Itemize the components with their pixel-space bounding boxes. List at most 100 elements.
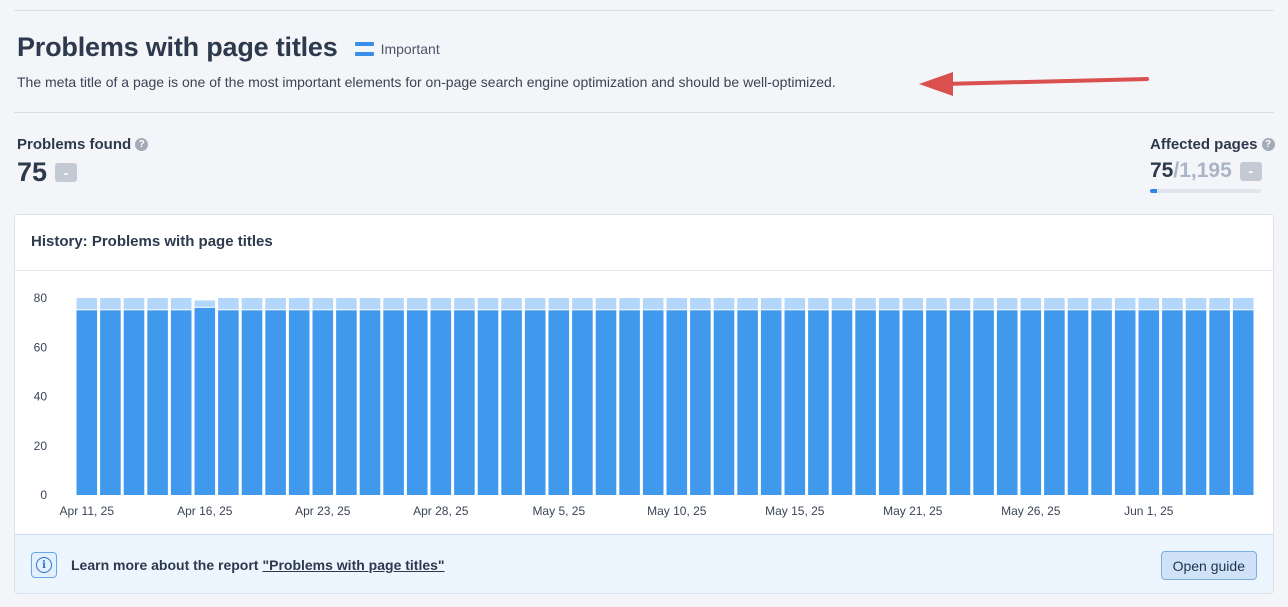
bar-segment-top[interactable] xyxy=(524,298,546,310)
bar-segment-top[interactable] xyxy=(501,298,522,310)
bar-segment-main[interactable] xyxy=(572,310,593,495)
bar-segment-main[interactable] xyxy=(218,310,239,495)
bar-segment-main[interactable] xyxy=(1020,310,1042,495)
bar-segment-main[interactable] xyxy=(123,310,145,495)
open-guide-button[interactable]: Open guide xyxy=(1160,551,1257,580)
bar-segment-top[interactable] xyxy=(76,298,98,310)
bar-segment-main[interactable] xyxy=(383,310,404,495)
bar-segment-top[interactable] xyxy=(595,298,617,310)
bar-segment-top[interactable] xyxy=(548,298,570,310)
bar-segment-main[interactable] xyxy=(1114,310,1136,495)
bar-segment-main[interactable] xyxy=(1185,310,1207,495)
bar-segment-top[interactable] xyxy=(996,298,1018,310)
bar-segment-top[interactable] xyxy=(831,298,853,310)
bar-segment-top[interactable] xyxy=(855,298,876,310)
bar-segment-top[interactable] xyxy=(666,298,688,310)
bar-segment-main[interactable] xyxy=(760,310,782,495)
bar-segment-main[interactable] xyxy=(100,310,121,495)
bar-segment-main[interactable] xyxy=(926,310,947,495)
bar-segment-top[interactable] xyxy=(1209,298,1230,310)
bar-segment-top[interactable] xyxy=(572,298,593,310)
bar-segment-top[interactable] xyxy=(737,298,758,310)
bar-segment-main[interactable] xyxy=(642,310,664,495)
help-icon[interactable]: ? xyxy=(1261,138,1275,151)
bar-segment-top[interactable] xyxy=(1091,298,1112,310)
bar-segment-top[interactable] xyxy=(619,298,640,310)
bar-segment-top[interactable] xyxy=(265,298,286,310)
bar-segment-top[interactable] xyxy=(1162,298,1183,310)
bar-segment-top[interactable] xyxy=(690,298,711,310)
bar-segment-top[interactable] xyxy=(642,298,664,310)
report-guide-link[interactable]: "Problems with page titles" xyxy=(262,557,444,573)
bar-segment-top[interactable] xyxy=(973,298,994,310)
bar-segment-top[interactable] xyxy=(454,298,475,310)
bar-segment-main[interactable] xyxy=(784,310,806,495)
bar-segment-top[interactable] xyxy=(878,298,900,310)
bar-segment-top[interactable] xyxy=(288,298,310,310)
bar-segment-top[interactable] xyxy=(1232,298,1254,310)
bar-segment-top[interactable] xyxy=(170,298,192,310)
bar-segment-top[interactable] xyxy=(784,298,806,310)
bar-segment-top[interactable] xyxy=(406,298,428,310)
bar-segment-top[interactable] xyxy=(218,298,239,310)
bar-segment-top[interactable] xyxy=(241,298,263,310)
bar-segment-main[interactable] xyxy=(265,310,286,495)
bar-segment-top[interactable] xyxy=(194,300,216,307)
bar-segment-top[interactable] xyxy=(926,298,947,310)
bar-segment-main[interactable] xyxy=(524,310,546,495)
bar-segment-main[interactable] xyxy=(831,310,853,495)
bar-segment-top[interactable] xyxy=(100,298,121,310)
bar-segment-top[interactable] xyxy=(1044,298,1065,310)
bar-segment-main[interactable] xyxy=(288,310,310,495)
bar-segment-main[interactable] xyxy=(973,310,994,495)
bar-segment-top[interactable] xyxy=(949,298,971,310)
bar-segment-top[interactable] xyxy=(430,298,452,310)
bar-segment-main[interactable] xyxy=(76,310,98,495)
bar-segment-main[interactable] xyxy=(477,310,499,495)
bar-segment-top[interactable] xyxy=(383,298,404,310)
bar-segment-main[interactable] xyxy=(690,310,711,495)
bar-segment-main[interactable] xyxy=(808,310,829,495)
bar-segment-top[interactable] xyxy=(902,298,924,310)
bar-segment-top[interactable] xyxy=(359,298,381,310)
bar-segment-main[interactable] xyxy=(666,310,688,495)
bar-segment-main[interactable] xyxy=(1044,310,1065,495)
bar-segment-main[interactable] xyxy=(1067,310,1089,495)
bar-segment-main[interactable] xyxy=(619,310,640,495)
bar-segment-top[interactable] xyxy=(312,298,334,310)
bar-segment-top[interactable] xyxy=(808,298,829,310)
affected-pages-value[interactable]: 75 xyxy=(1150,159,1173,183)
bar-segment-main[interactable] xyxy=(1209,310,1230,495)
bar-segment-top[interactable] xyxy=(760,298,782,310)
bar-segment-main[interactable] xyxy=(1091,310,1112,495)
bar-segment-main[interactable] xyxy=(1232,310,1254,495)
bar-segment-main[interactable] xyxy=(312,310,334,495)
bar-segment-main[interactable] xyxy=(430,310,452,495)
bar-segment-main[interactable] xyxy=(147,310,168,495)
bar-segment-main[interactable] xyxy=(454,310,475,495)
bar-segment-main[interactable] xyxy=(359,310,381,495)
bar-segment-main[interactable] xyxy=(737,310,758,495)
bar-segment-top[interactable] xyxy=(336,298,357,310)
bar-segment-main[interactable] xyxy=(949,310,971,495)
bar-segment-top[interactable] xyxy=(1020,298,1042,310)
bar-segment-main[interactable] xyxy=(194,307,216,495)
bar-segment-top[interactable] xyxy=(477,298,499,310)
bar-segment-main[interactable] xyxy=(241,310,263,495)
bar-segment-main[interactable] xyxy=(170,310,192,495)
bar-segment-main[interactable] xyxy=(336,310,357,495)
bar-segment-main[interactable] xyxy=(996,310,1018,495)
bar-segment-top[interactable] xyxy=(1185,298,1207,310)
bar-segment-main[interactable] xyxy=(713,310,735,495)
bar-segment-main[interactable] xyxy=(406,310,428,495)
bar-segment-main[interactable] xyxy=(548,310,570,495)
bar-segment-main[interactable] xyxy=(595,310,617,495)
bar-segment-main[interactable] xyxy=(1138,310,1160,495)
bar-segment-main[interactable] xyxy=(878,310,900,495)
bar-segment-top[interactable] xyxy=(713,298,735,310)
bar-segment-top[interactable] xyxy=(1067,298,1089,310)
bar-segment-main[interactable] xyxy=(855,310,876,495)
bar-segment-top[interactable] xyxy=(1114,298,1136,310)
bar-segment-top[interactable] xyxy=(1138,298,1160,310)
help-icon[interactable]: ? xyxy=(135,138,149,151)
